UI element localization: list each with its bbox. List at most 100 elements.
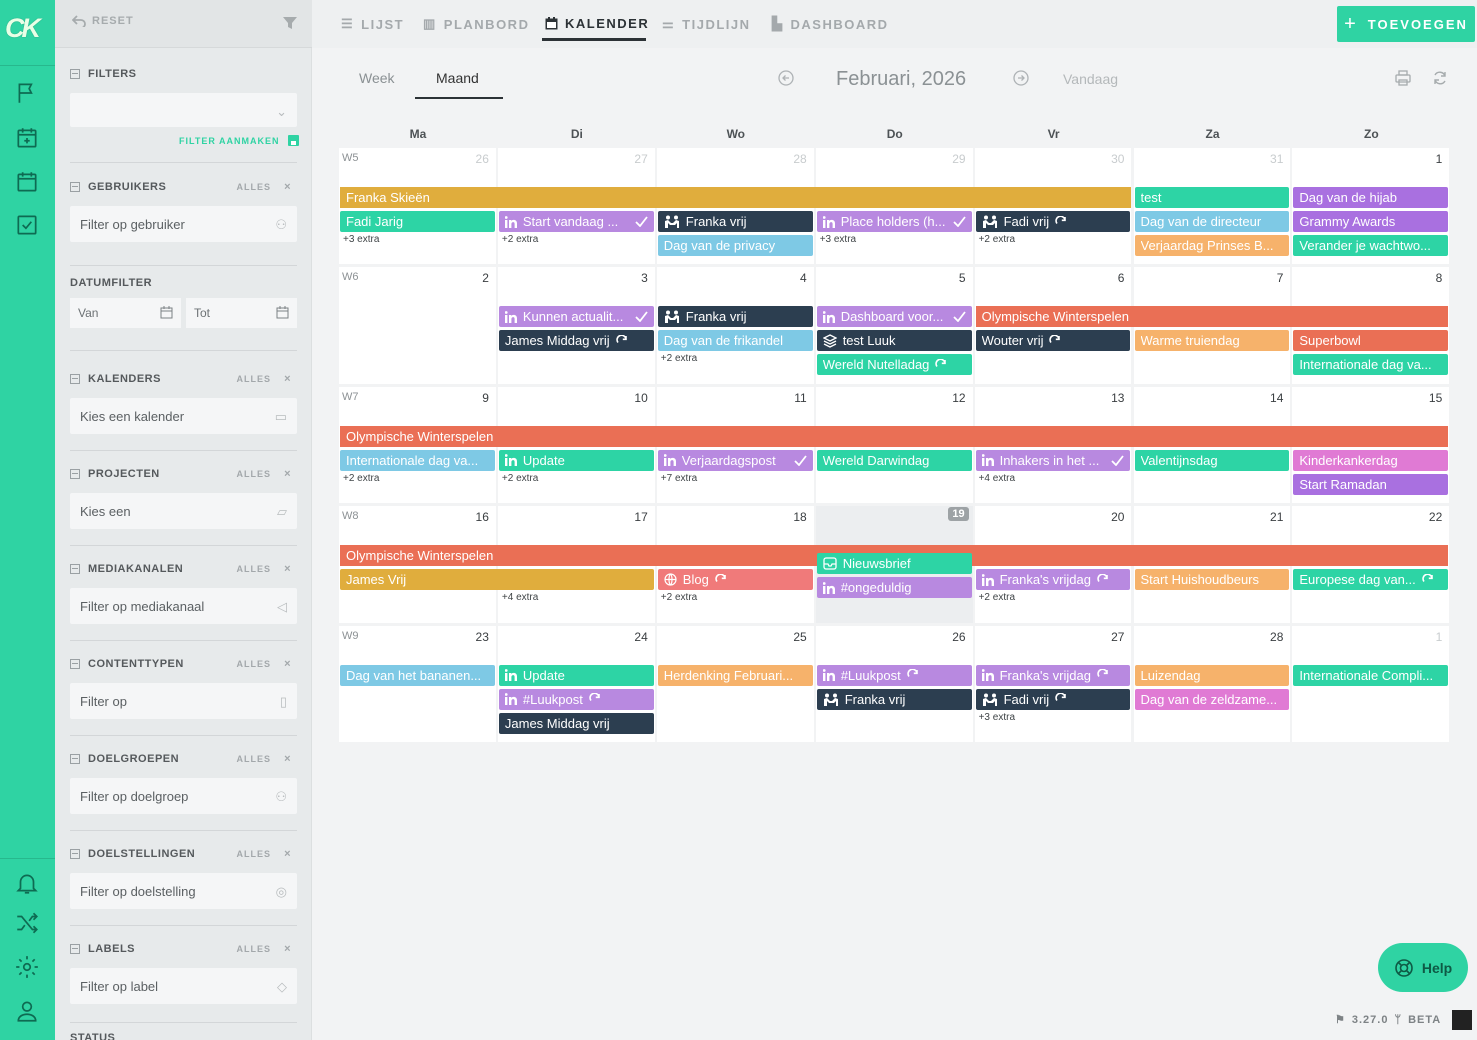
tab-maand[interactable]: Maand [436,70,479,86]
kalender-select[interactable]: Kies een kalender ▭ [70,398,297,434]
calendar-event[interactable]: #ongeduldig [816,577,972,599]
contenttype-select[interactable]: Filter op ▯ [70,683,297,719]
tab-week[interactable]: Week [359,70,395,86]
calendar-event[interactable]: Kinderkankerdag [1293,449,1449,471]
calendar-event[interactable]: Franka's vrijdag [975,569,1131,591]
calendar-event[interactable]: Franka Skieën [340,187,1131,208]
collapse-icon[interactable] [70,182,80,192]
print-icon[interactable] [1395,70,1411,86]
calendar-event[interactable]: Grammy Awards [1293,211,1449,232]
select-all-contenttypen[interactable]: ALLES [237,659,272,669]
calendar-event[interactable]: Internationale dag va... [340,449,495,471]
nav-tijdlijn[interactable]: ⚌ TIJDLIJN [662,16,751,32]
calendar-event[interactable]: test [1134,187,1290,208]
more-events-link[interactable]: +2 extra [661,353,697,364]
select-all-gebruikers[interactable]: ALLES [237,182,272,192]
date-to-input[interactable]: Tot [186,298,297,328]
next-month-icon[interactable] [1013,70,1029,86]
calendar-event[interactable]: Dag van de frikandel [657,330,813,352]
clear-icon[interactable]: × [284,468,291,480]
collapse-icon[interactable] [70,374,80,384]
calendar-event[interactable]: Place holders (h... [816,211,972,232]
clear-icon[interactable]: × [284,848,291,860]
collapse-icon[interactable] [70,564,80,574]
refresh-icon[interactable] [1432,70,1448,86]
calendar-event[interactable]: Valentijnsdag [1134,449,1290,471]
more-events-link[interactable]: +3 extra [820,234,856,245]
calendar-event[interactable]: Update [498,664,654,686]
more-events-link[interactable]: +4 extra [502,592,538,603]
calendar-event[interactable]: Dag van de directeur [1134,211,1290,232]
nav-lijst[interactable]: ☰ LIJST [341,16,404,32]
calendar-event[interactable]: James Middag vrij [498,712,654,734]
calendar-event[interactable]: Wereld Darwindag [816,449,972,471]
app-logo[interactable]: CK [5,13,51,53]
calendar-event[interactable]: Warme truiendag [1134,330,1290,352]
more-events-link[interactable]: +2 extra [661,592,697,603]
nav-planbord[interactable]: ▥ PLANBORD [423,16,529,32]
calendar-event[interactable]: Dag van de zeldzame... [1134,688,1290,710]
day-cell[interactable]: W6 2 [339,267,496,384]
project-select[interactable]: Kies een ▱ [70,493,297,529]
calendar-event[interactable]: test Luuk [816,330,972,352]
add-button[interactable]: + TOEVOEGEN [1337,6,1475,42]
calendar-event[interactable]: Franka's vrijdag [975,664,1131,686]
calendar-event[interactable]: Start Huishoudbeurs [1134,569,1290,591]
calendar-event[interactable]: Fadi vrij [975,688,1131,710]
more-events-link[interactable]: +2 extra [502,234,538,245]
mediakanaal-select[interactable]: Filter op mediakanaal ◁ [70,588,297,624]
calendar-event[interactable]: Verjaardagspost [657,449,813,471]
help-button[interactable]: Help [1378,943,1468,992]
calendar-event[interactable]: Internationale Compli... [1293,664,1449,686]
clear-icon[interactable]: × [284,753,291,765]
calendar-event[interactable]: Internationale dag va... [1293,354,1449,376]
clear-icon[interactable]: × [284,943,291,955]
select-all-labels[interactable]: ALLES [237,944,272,954]
calendar-event[interactable]: Fadi vrij [975,211,1131,232]
select-all-projecten[interactable]: ALLES [237,469,272,479]
calendar-event[interactable]: Fadi Jarig [340,211,495,232]
bell-icon[interactable] [14,870,40,896]
shuffle-icon[interactable] [14,910,40,936]
clear-icon[interactable]: × [284,181,291,193]
reset-button[interactable]: RESET [72,15,134,27]
more-events-link[interactable]: +2 extra [343,473,379,484]
calendar-event[interactable]: Start Ramadan [1293,473,1449,495]
calendar-event[interactable]: Update [498,449,654,471]
calendar-event[interactable]: Start vandaag ... [498,211,654,232]
nav-kalender[interactable]: KALENDER [545,16,649,31]
label-select[interactable]: Filter op label ◇ [70,968,297,1004]
collapse-icon[interactable] [70,754,80,764]
calendar-event[interactable]: #Luukpost [816,664,972,686]
calendar-event[interactable]: Dashboard voor... [816,306,972,328]
calendar-event[interactable]: Luizendag [1134,664,1290,686]
calendar-event[interactable]: Superbowl [1293,330,1449,352]
calendar-event[interactable]: Franka vrij [657,306,813,328]
more-events-link[interactable]: +4 extra [979,473,1015,484]
gebruiker-filter-input[interactable]: Filter op gebruiker ⚇ [70,206,297,242]
calendar-event[interactable]: Nieuwsbrief [816,553,972,575]
calendar-event[interactable]: Olympische Winterspelen [975,306,1449,328]
more-events-link[interactable]: +2 extra [979,592,1015,603]
calendar-event[interactable]: Dag van het bananen... [340,664,495,686]
calendar-event[interactable]: James Middag vrij [498,330,654,352]
collapse-icon[interactable] [70,849,80,859]
filter-funnel-icon[interactable] [282,15,298,31]
calendar-event[interactable]: Verander je wachtwo... [1293,235,1449,256]
select-all-doelstellingen[interactable]: ALLES [237,849,272,859]
calendar-event[interactable]: Franka vrij [657,211,813,232]
select-all-doelgroepen[interactable]: ALLES [237,754,272,764]
more-events-link[interactable]: +7 extra [661,473,697,484]
calendar-icon[interactable] [14,169,40,195]
settings-icon[interactable] [14,954,40,980]
more-events-link[interactable]: +2 extra [502,473,538,484]
check-square-icon[interactable] [14,212,40,238]
calendar-event[interactable]: Blog [657,569,813,591]
calendar-event[interactable]: Olympische Winterspelen [340,425,1449,447]
doelgroep-select[interactable]: Filter op doelgroep ⚇ [70,778,297,814]
calendar-event[interactable]: #Luukpost [498,688,654,710]
calendar-event[interactable]: Wouter vrij [975,330,1131,352]
collapse-icon[interactable] [70,469,80,479]
doelstelling-select[interactable]: Filter op doelstelling ◎ [70,873,297,909]
saved-filter-select[interactable]: ⌄ [70,93,297,127]
